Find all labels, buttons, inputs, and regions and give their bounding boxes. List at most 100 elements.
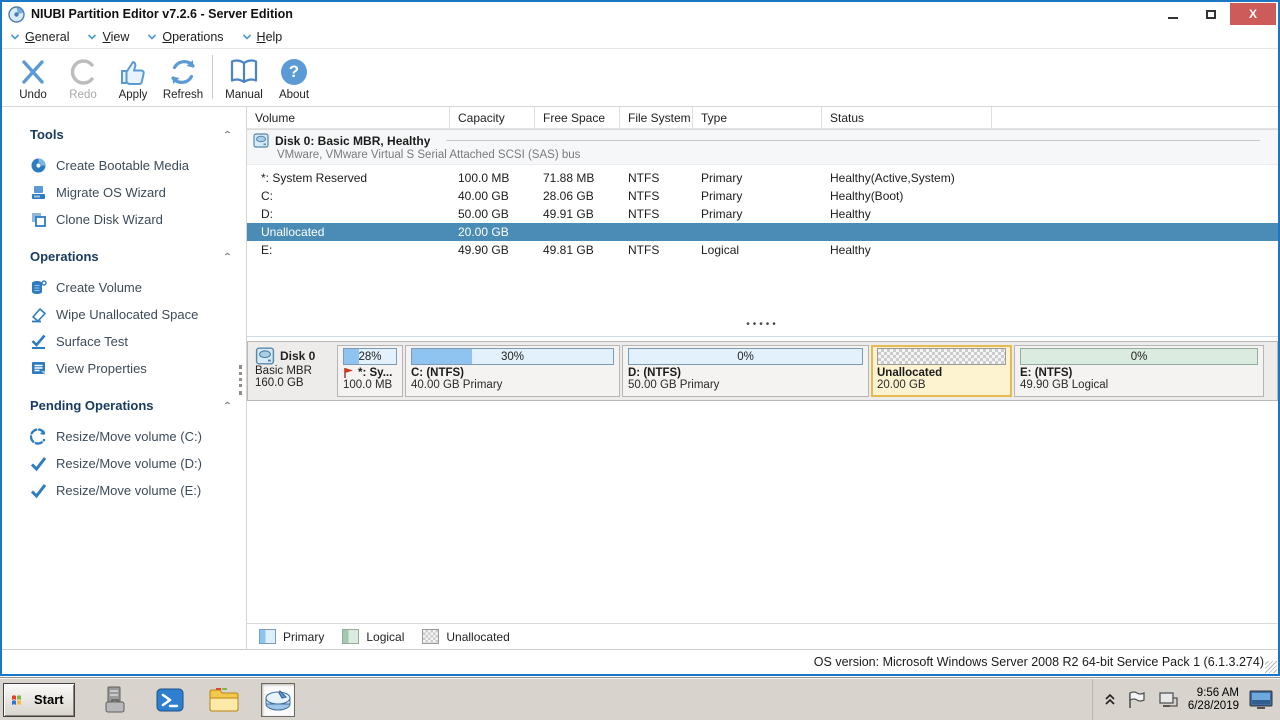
minimize-button[interactable] [1154,3,1192,25]
disk-info-block[interactable]: Disk 0 Basic MBR 160.0 GB [251,345,335,397]
chevron-down-icon [87,33,97,41]
title-bar: NIUBI Partition Editor v7.2.6 - Server E… [2,2,1278,26]
sidebar-item-create-volume[interactable]: Create Volume [20,274,246,301]
resize-grip[interactable] [1265,661,1277,673]
column-header-volume[interactable]: Volume [247,107,450,128]
app-window: NIUBI Partition Editor v7.2.6 - Server E… [0,0,1280,676]
sidebar-section-operations: Operations ⌃ Create Volume [20,243,246,382]
partition-block-c[interactable]: 30% C: (NTFS) 40.00 GB Primary [405,345,620,397]
column-header-free-space[interactable]: Free Space [535,107,620,128]
sidebar-header-pending-operations[interactable]: Pending Operations ⌃ [20,392,246,423]
sidebar-header-tools[interactable]: Tools ⌃ [20,121,246,152]
windows-explorer-icon[interactable] [207,683,241,717]
redo-button[interactable]: Redo [58,53,108,101]
app-logo-icon [8,6,25,23]
collapse-chevron-icon[interactable]: ⌃ [223,129,232,139]
menu-view[interactable]: View [87,30,129,44]
disk-drive-icon [255,347,275,365]
sidebar-item-surface-test[interactable]: Surface Test [20,328,246,355]
server-manager-icon[interactable] [99,683,133,717]
sidebar-item-wipe-unallocated-space[interactable]: Wipe Unallocated Space [20,301,246,328]
redo-icon [68,57,98,87]
partition-block-system-reserved[interactable]: 28% *: Sy... 100.0 MB [337,345,403,397]
boot-flag-icon [343,367,355,379]
clock-time: 9:56 AM [1188,687,1239,700]
column-header-type[interactable]: Type [693,107,822,128]
table-row-e[interactable]: E: 49.90 GB 49.81 GB NTFS Logical Health… [247,241,1278,259]
collapse-chevron-icon[interactable]: ⌃ [223,400,232,410]
status-bar: OS version: Microsoft Windows Server 200… [2,649,1278,674]
bootable-media-disc-icon [30,157,47,174]
sidebar-item-view-properties[interactable]: View Properties [20,355,246,382]
refresh-button[interactable]: Refresh [158,53,208,101]
os-version-text: OS version: Microsoft Windows Server 200… [814,655,1264,669]
sidebar: Tools ⌃ Create Bootable Media Migrate OS… [2,107,247,649]
disk-type: Basic MBR [255,365,331,377]
column-header-capacity[interactable]: Capacity [450,107,535,128]
sidebar-item-migrate-os-wizard[interactable]: Migrate OS Wizard [20,179,246,206]
surface-test-icon [30,333,47,350]
volume-table: Volume Capacity Free Space File System T… [247,107,1278,259]
sidebar-item-create-bootable-media[interactable]: Create Bootable Media [20,152,246,179]
unallocated-swatch-icon [422,629,439,644]
system-tray: 9:56 AM 6/28/2019 [1092,679,1280,720]
start-button[interactable]: Start [3,683,75,717]
taskbar-clock[interactable]: 9:56 AM 6/28/2019 [1188,687,1239,713]
maximize-button[interactable] [1192,3,1230,25]
close-button[interactable]: X [1230,3,1276,25]
powershell-icon[interactable] [153,683,187,717]
pending-op-resize-d[interactable]: Resize/Move volume (D:) [20,450,246,477]
disk-group-subtitle: VMware, VMware Virtual S Serial Attached… [253,149,1270,161]
create-volume-icon [30,279,47,296]
network-icon[interactable] [1157,690,1179,710]
content-panel: Volume Capacity Free Space File System T… [247,107,1278,649]
logical-swatch-icon [342,629,359,644]
legend: Primary Logical Unallocated [247,623,1278,649]
sidebar-header-operations[interactable]: Operations ⌃ [20,243,246,274]
panel-splitter[interactable]: ••••• [247,259,1278,337]
column-header-status[interactable]: Status [822,107,992,128]
sidebar-section-tools: Tools ⌃ Create Bootable Media Migrate OS… [20,121,246,233]
disk-group-header[interactable]: Disk 0: Basic MBR, Healthy VMware, VMwar… [247,129,1278,165]
undo-button[interactable]: Undo [8,53,58,101]
table-row-unallocated-selected[interactable]: Unallocated 20.00 GB [247,223,1278,241]
clock-date: 6/28/2019 [1188,700,1239,713]
migrate-os-icon [30,184,47,201]
partition-block-e[interactable]: 0% E: (NTFS) 49.90 GB Logical [1014,345,1264,397]
action-center-flag-icon[interactable] [1126,690,1148,710]
sidebar-section-pending-operations: Pending Operations ⌃ Resize/Move volume … [20,392,246,504]
taskbar: Start [0,678,1280,720]
pending-op-resize-e[interactable]: Resize/Move volume (E:) [20,477,246,504]
apply-button[interactable]: Apply [108,53,158,101]
view-properties-icon [30,360,47,377]
partition-block-unallocated-selected[interactable]: Unallocated 20.00 GB [871,345,1012,397]
table-row-d[interactable]: D: 50.00 GB 49.91 GB NTFS Primary Health… [247,205,1278,223]
undo-icon [18,57,48,87]
refresh-icon [168,57,198,87]
window-title: NIUBI Partition Editor v7.2.6 - Server E… [31,7,293,21]
table-row-c[interactable]: C: 40.00 GB 28.06 GB NTFS Primary Health… [247,187,1278,205]
table-row-system-reserved[interactable]: *: System Reserved 100.0 MB 71.88 MB NTF… [247,169,1278,187]
partition-block-d[interactable]: 0% D: (NTFS) 50.00 GB Primary [622,345,869,397]
done-check-icon [30,482,47,499]
clone-disk-icon [30,211,47,228]
legend-unallocated: Unallocated [422,629,509,644]
pending-op-resize-c[interactable]: Resize/Move volume (C:) [20,423,246,450]
manual-book-icon [228,57,260,87]
niubi-partition-editor-icon[interactable] [261,683,295,717]
sidebar-splitter-handle[interactable] [239,365,242,395]
show-desktop-icon[interactable] [1248,689,1274,711]
menu-bar: General View Operations Help [2,26,1278,49]
menu-general[interactable]: General [10,30,69,44]
legend-primary: Primary [259,629,324,644]
about-button[interactable]: ? About [269,53,319,101]
column-header-file-system[interactable]: File System [620,107,693,128]
menu-operations[interactable]: Operations [147,30,223,44]
show-hidden-icons-chevron[interactable] [1103,692,1117,708]
collapse-chevron-icon[interactable]: ⌃ [223,251,232,261]
wipe-eraser-icon [30,306,47,323]
manual-button[interactable]: Manual [219,53,269,101]
chevron-down-icon [242,33,252,41]
sidebar-item-clone-disk-wizard[interactable]: Clone Disk Wizard [20,206,246,233]
menu-help[interactable]: Help [242,30,283,44]
